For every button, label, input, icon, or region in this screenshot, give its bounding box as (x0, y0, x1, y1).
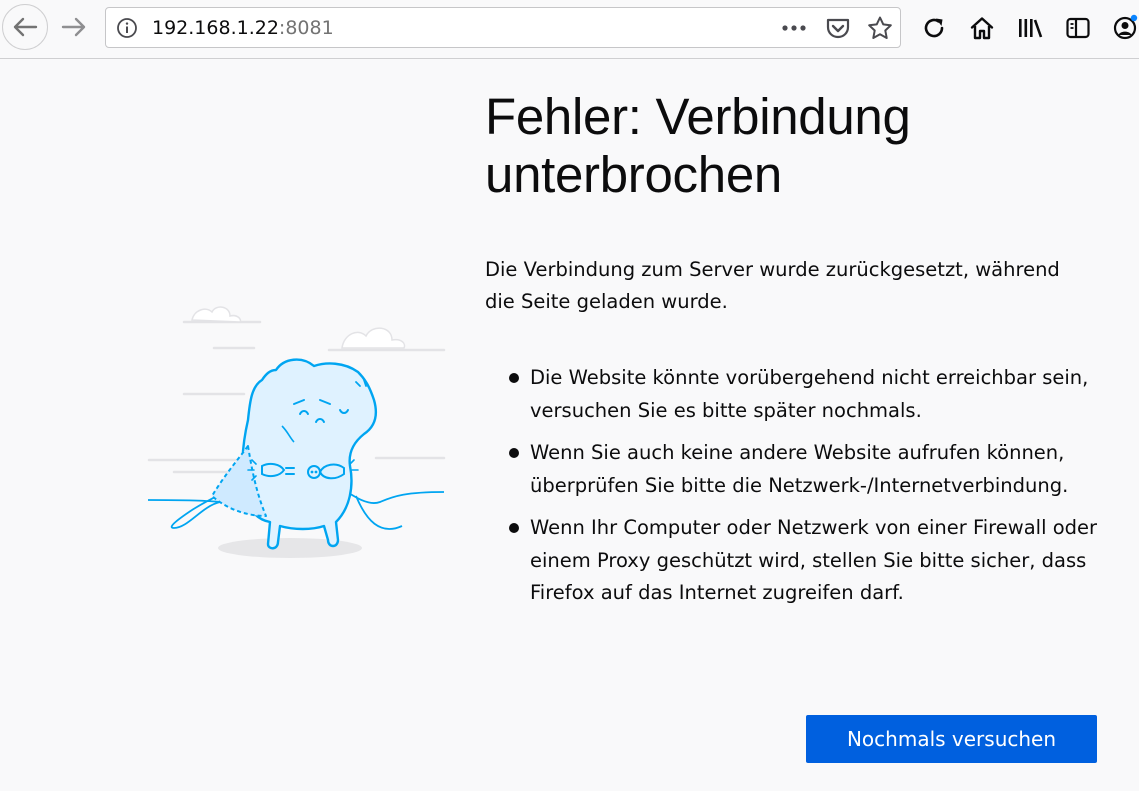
suggestion-item: Wenn Ihr Computer oder Netzwerk von eine… (485, 512, 1105, 610)
error-content: Fehler: Verbindung unterbrochen (485, 88, 1125, 204)
account-button[interactable] (1108, 12, 1139, 44)
pocket-icon[interactable] (824, 16, 852, 40)
suggestion-item: Wenn Sie auch keine andere Website aufru… (485, 437, 1105, 502)
retry-button[interactable]: Nochmals versuchen (806, 715, 1097, 763)
back-arrow-icon (13, 17, 38, 37)
library-button[interactable] (1013, 12, 1047, 44)
home-icon (970, 17, 994, 40)
account-icon (1113, 14, 1138, 40)
more-icon[interactable] (780, 16, 810, 40)
disconnected-dinosaur-illustration (147, 306, 446, 558)
sidebar-icon (1066, 17, 1090, 39)
url-text[interactable]: 192.168.1.22:8081 (152, 17, 334, 39)
back-button[interactable] (2, 4, 48, 50)
reload-button[interactable] (918, 12, 950, 44)
url-host: 192.168.1.22 (152, 17, 279, 39)
home-button[interactable] (966, 12, 998, 44)
info-icon[interactable] (116, 17, 138, 39)
url-bar[interactable]: 192.168.1.22:8081 (105, 7, 901, 48)
forward-button[interactable] (56, 8, 92, 46)
suggestion-item: Die Website könnte vorübergehend nicht e… (485, 362, 1105, 427)
forward-arrow-icon (61, 17, 86, 37)
reload-icon (924, 18, 944, 38)
browser-toolbar: 192.168.1.22:8081 (0, 0, 1139, 59)
suggestion-list: Die Website könnte vorübergehend nicht e… (485, 362, 1105, 620)
sidebar-button[interactable] (1062, 12, 1094, 44)
error-title: Fehler: Verbindung unterbrochen (485, 88, 911, 203)
library-icon (1019, 19, 1043, 38)
star-icon[interactable] (866, 15, 894, 41)
url-port: :8081 (278, 17, 334, 39)
error-description: Die Verbindung zum Server wurde zurückge… (485, 258, 1060, 313)
